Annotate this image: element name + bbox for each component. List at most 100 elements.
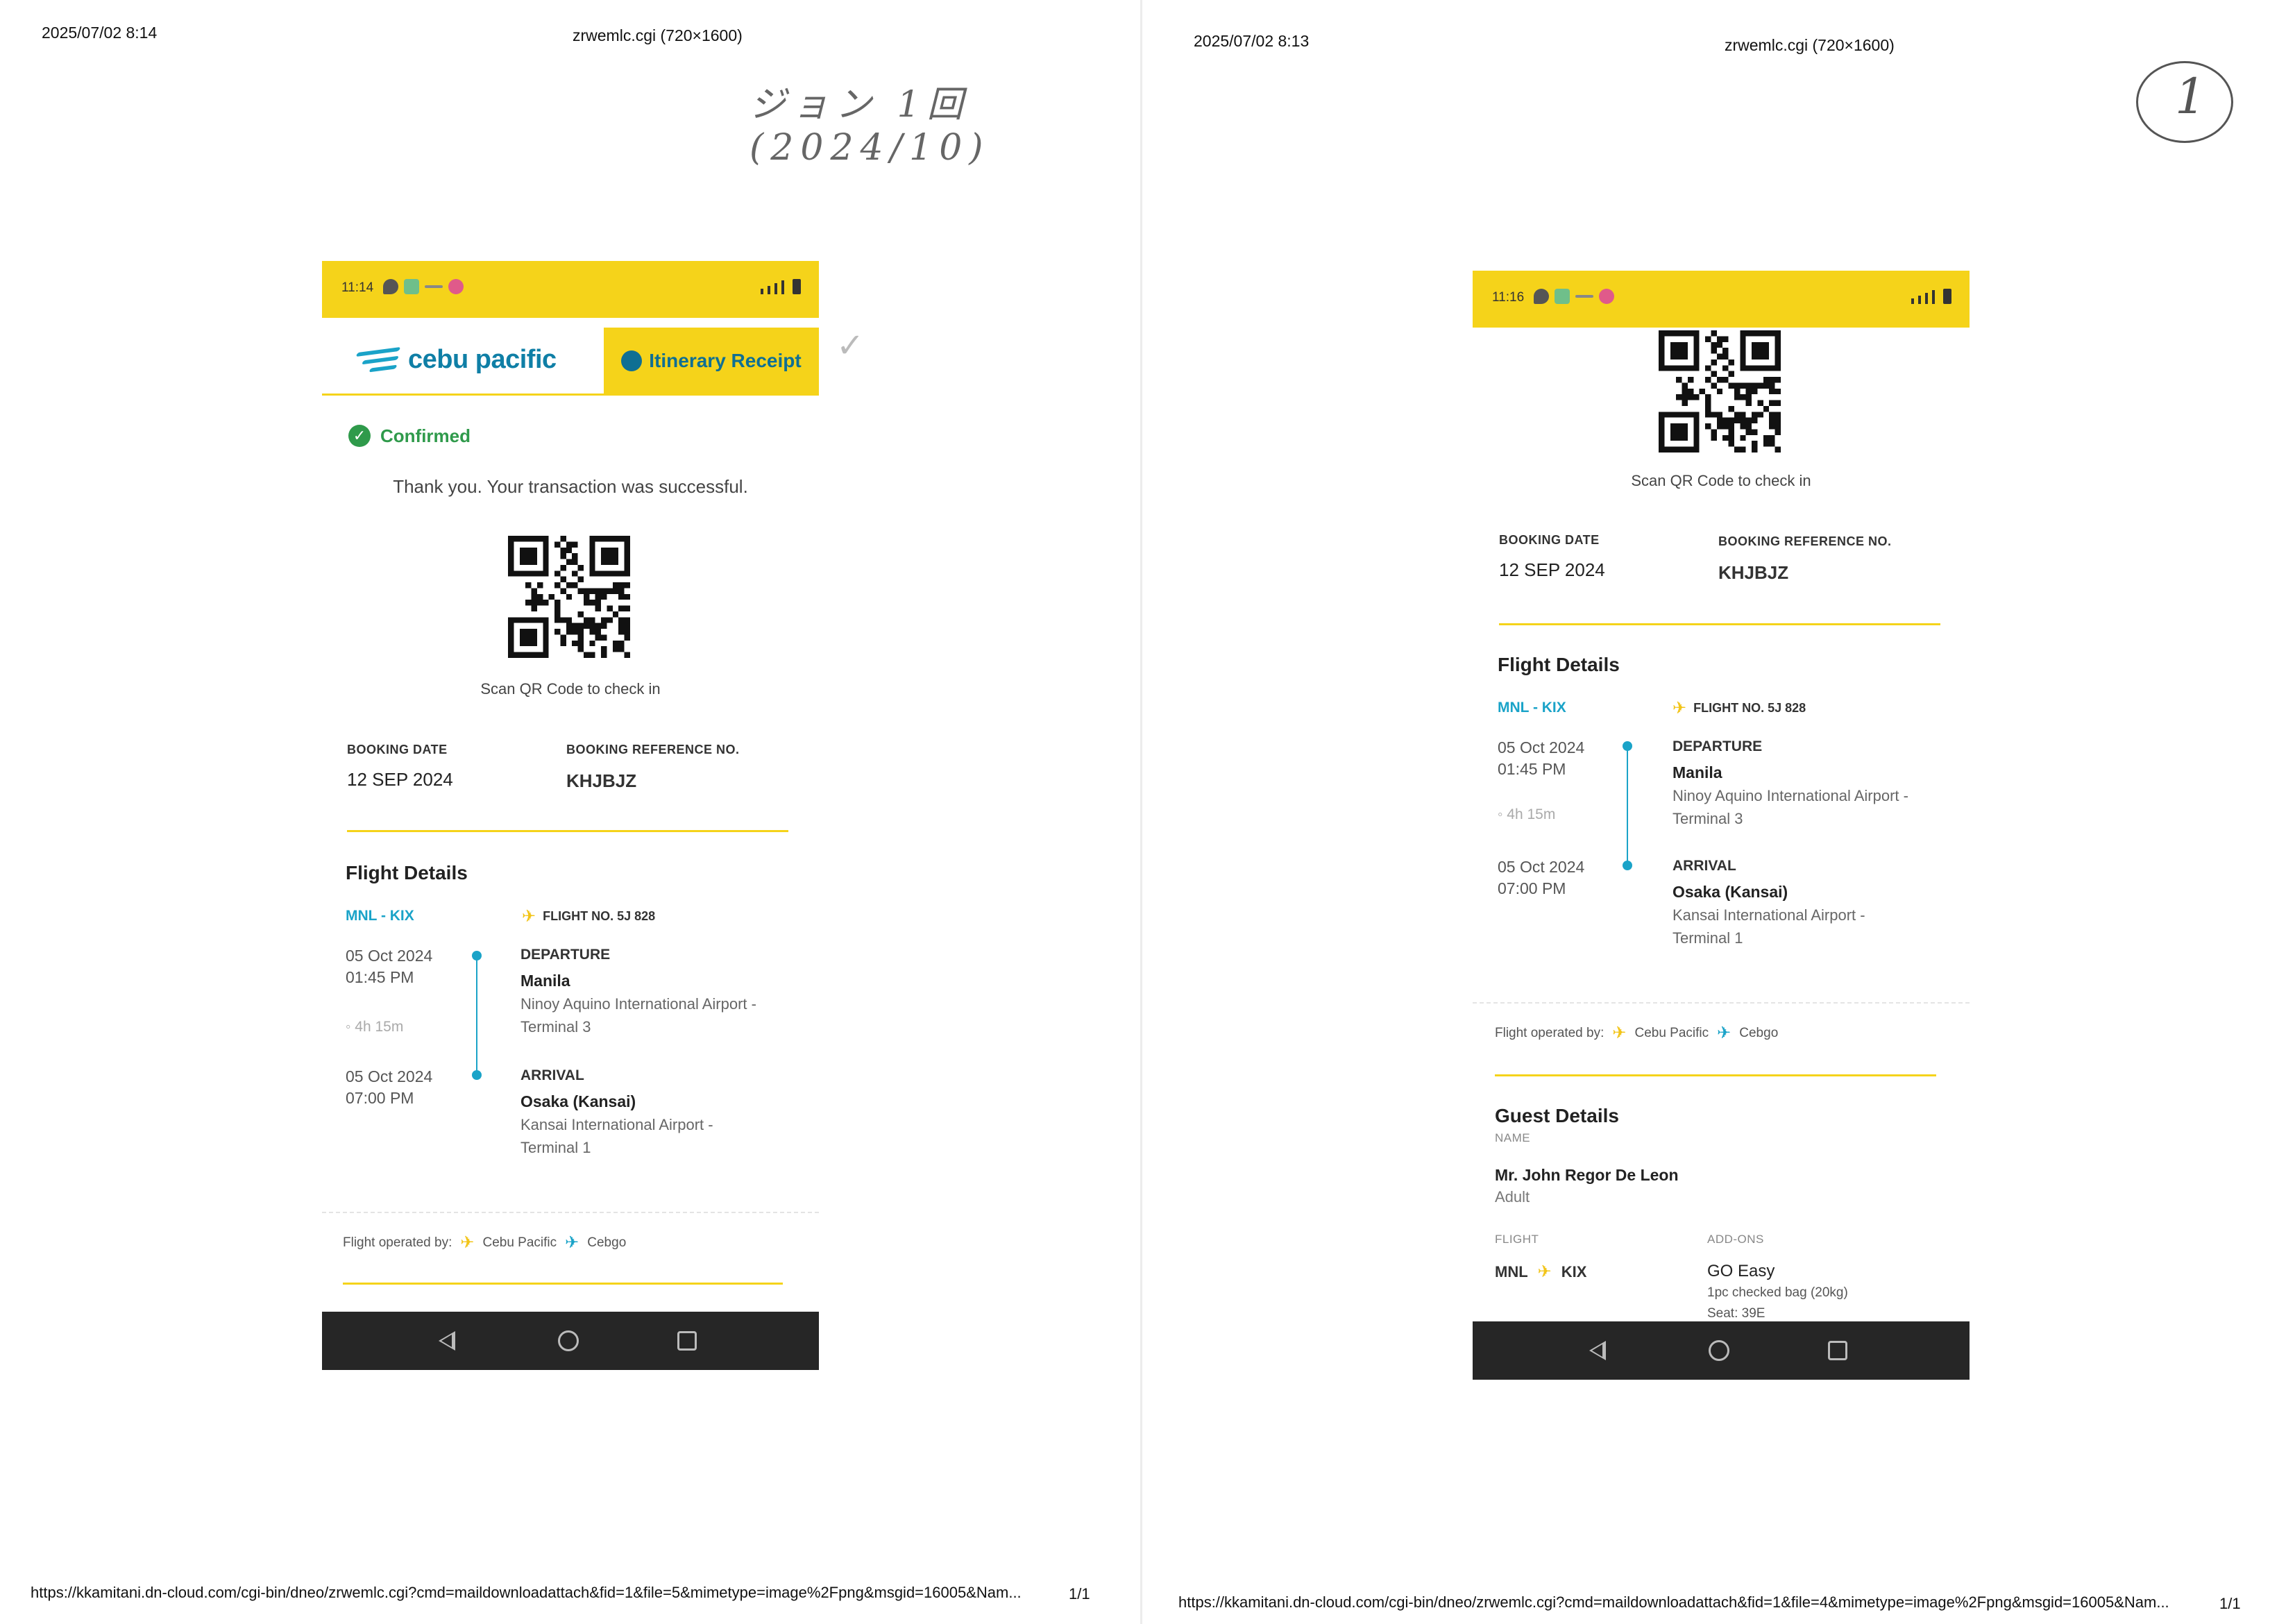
section-divider — [343, 1283, 783, 1285]
operated-by-label: Flight operated by: — [1495, 1025, 1604, 1040]
flight-duration: ◦ 4h 15m — [346, 1019, 403, 1035]
operator-cebgo: Cebgo — [587, 1235, 627, 1250]
plane-icon: ✈ — [1537, 1262, 1552, 1281]
arrival-city: Osaka (Kansai) — [1672, 883, 1788, 901]
back-nav-icon[interactable] — [439, 1331, 455, 1351]
print-page-number: 1/1 — [1069, 1585, 1090, 1602]
flight-route: MNL - KIX — [346, 908, 414, 924]
guest-type: Adult — [1495, 1188, 1530, 1206]
android-nav-bar — [322, 1312, 819, 1370]
booking-date-label: BOOKING DATE — [1499, 533, 1600, 547]
confirmed-label: Confirmed — [380, 425, 471, 446]
timeline-dot-arrival — [472, 1070, 482, 1080]
plane-icon: ✈ — [522, 907, 536, 926]
qr-code — [508, 536, 630, 658]
itinerary-receipt-button[interactable]: Itinerary Receipt — [604, 328, 819, 394]
notification-icon — [1575, 295, 1593, 298]
guest-name: Mr. John Regor De Leon — [1495, 1166, 1679, 1184]
arrival-datetime: 05 Oct 2024 07:00 PM — [346, 1066, 432, 1109]
operator-cebu-pacific: Cebu Pacific — [482, 1235, 557, 1250]
guest-flight-from: MNL — [1495, 1262, 1528, 1280]
addon-baggage: 1pc checked bag (20kg) — [1707, 1285, 1848, 1300]
plane-icon: ✈ — [460, 1233, 475, 1252]
departure-label: DEPARTURE — [1672, 738, 1763, 754]
print-url: https://kkamitani.dn-cloud.com/cgi-bin/d… — [31, 1584, 1022, 1601]
duration-value: 4h 15m — [1507, 806, 1556, 822]
operated-by: Flight operated by: ✈ Cebu Pacific ✈ Ceb… — [343, 1233, 626, 1253]
arrival-time: 07:00 PM — [346, 1089, 414, 1107]
chat-bubble-icon — [383, 279, 398, 294]
itinerary-receipt-label: Itinerary Receipt — [649, 350, 802, 371]
android-nav-bar — [1473, 1321, 1970, 1380]
app-icon — [1555, 289, 1570, 304]
departure-city: Manila — [1672, 763, 1722, 781]
status-time: 11:16 — [1492, 290, 1525, 305]
check-tick-mark: ✓ — [836, 328, 865, 364]
print-timestamp: 2025/07/02 8:13 — [1194, 32, 1310, 50]
section-divider — [1495, 1074, 1936, 1076]
confirmed-status: ✓ Confirmed — [348, 425, 471, 447]
guest-details-title: Guest Details — [1495, 1105, 1619, 1126]
operator-cebu-pacific: Cebu Pacific — [1634, 1025, 1709, 1040]
sheet-divider — [1140, 0, 1142, 1624]
departure-datetime: 05 Oct 2024 01:45 PM — [346, 945, 432, 988]
departure-datetime: 05 Oct 2024 01:45 PM — [1498, 737, 1584, 780]
clock-icon: ◦ — [1498, 806, 1507, 822]
clock-icon: ◦ — [346, 1019, 355, 1035]
arrival-city: Osaka (Kansai) — [520, 1092, 636, 1110]
chat-bubble-icon — [1534, 289, 1549, 304]
guest-name-label: NAME — [1495, 1131, 1531, 1144]
brand-header: cebu pacific Itinerary Receipt — [322, 328, 819, 396]
arrival-airport: Kansai International Airport - Terminal … — [520, 1116, 713, 1156]
signal-icon — [761, 279, 801, 294]
departure-time: 01:45 PM — [1498, 760, 1566, 778]
timeline-line — [1627, 750, 1628, 863]
app-icon — [1599, 289, 1614, 304]
dashed-divider — [322, 1212, 819, 1213]
status-bar: 11:16 — [1473, 271, 1970, 328]
print-title: zrwemlc.cgi (720×1600) — [1725, 36, 1895, 54]
section-divider — [1499, 623, 1940, 625]
arrival-time: 07:00 PM — [1498, 879, 1566, 897]
print-page-number: 1/1 — [2219, 1595, 2241, 1612]
addon-bundle: GO Easy — [1707, 1262, 1775, 1280]
guest-flight-to: KIX — [1561, 1262, 1587, 1280]
status-time: 11:14 — [341, 280, 374, 295]
departure-date: 05 Oct 2024 — [1498, 738, 1585, 756]
print-sheet-left: 2025/07/02 8:14 zrwemlc.cgi (720×1600) ジ… — [0, 0, 1145, 1624]
booking-reference-label: BOOKING REFERENCE NO. — [1718, 534, 1892, 548]
home-nav-icon[interactable] — [558, 1330, 579, 1351]
duration-value: 4h 15m — [355, 1019, 404, 1035]
flight-number-label: FLIGHT NO. 5J 828 — [1693, 701, 1806, 715]
guest-flight-label: FLIGHT — [1495, 1233, 1539, 1246]
departure-airport: Ninoy Aquino International Airport - Ter… — [520, 995, 756, 1035]
phone-screenshot-2: 11:16 Scan QR Code to check in BOOKING D… — [1473, 271, 1970, 1380]
battery-icon — [1943, 289, 1951, 304]
back-nav-icon[interactable] — [1589, 1341, 1606, 1360]
flight-details-title: Flight Details — [346, 862, 468, 883]
plane-icon: ✈ — [1717, 1024, 1731, 1042]
cebu-pacific-logo: cebu pacific — [355, 344, 557, 375]
arrival-datetime: 05 Oct 2024 07:00 PM — [1498, 856, 1584, 899]
booking-date: 12 SEP 2024 — [1499, 559, 1605, 580]
signal-icon — [1911, 289, 1951, 304]
plane-icon: ✈ — [1672, 699, 1687, 718]
scan-qr-label: Scan QR Code to check in — [1631, 472, 1811, 489]
booking-reference: KHJBJZ — [566, 770, 637, 791]
handwritten-note: ジョン 1回 (2024/10) — [750, 84, 990, 169]
wing-logo-icon — [355, 344, 404, 375]
departure-time: 01:45 PM — [346, 968, 414, 986]
recents-nav-icon[interactable] — [677, 1331, 697, 1351]
home-nav-icon[interactable] — [1709, 1340, 1729, 1361]
notification-icon — [425, 285, 443, 288]
thanks-message: Thank you. Your transaction was successf… — [393, 476, 748, 497]
departure-airport: Ninoy Aquino International Airport - Ter… — [1672, 787, 1908, 827]
arrival-date: 05 Oct 2024 — [1498, 858, 1585, 876]
scan-qr-label: Scan QR Code to check in — [480, 680, 661, 697]
app-icon — [404, 279, 419, 294]
recents-nav-icon[interactable] — [1828, 1341, 1847, 1360]
dashed-divider — [1473, 1002, 1970, 1004]
addon-seat: Seat: 39E — [1707, 1306, 1765, 1321]
flight-details-title: Flight Details — [1498, 654, 1620, 675]
status-bar: 11:14 — [322, 261, 819, 318]
